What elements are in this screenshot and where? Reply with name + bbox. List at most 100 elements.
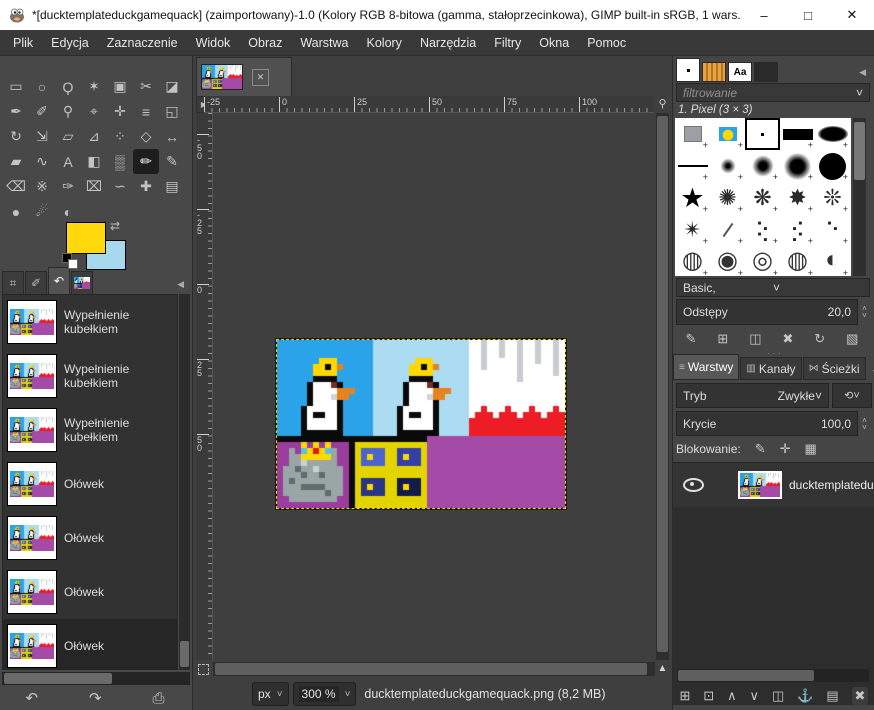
tool-shear-icon[interactable]: ▱ [55, 124, 81, 149]
spacing-value[interactable]: 20,0 [828, 305, 851, 319]
tab-layers[interactable]: ≡ Warstwy [673, 354, 740, 380]
history-item[interactable]: Ołówek [3, 619, 177, 669]
brush-stroke-brush[interactable]: + [710, 214, 745, 246]
right-dock-collapse-icon[interactable]: ◀ [853, 63, 872, 82]
layer-name[interactable]: ducktemplateduc [789, 478, 874, 492]
lower-layer-button[interactable]: ∨ [750, 688, 760, 704]
brush-round-brush[interactable]: + [815, 150, 850, 182]
delete-brush-button[interactable]: ✖ [782, 331, 793, 347]
opacity-spinner[interactable]: ˄ ˅ [858, 411, 871, 436]
spacing-spinner[interactable]: ˄ ˅ [858, 299, 871, 325]
mode-switch-button[interactable]: ⟲ ˅ [832, 383, 872, 408]
tab-document-history[interactable] [754, 62, 778, 82]
brush-fuzzy-large-brush[interactable]: + [780, 150, 815, 182]
history-item[interactable]: Ołówek [3, 511, 177, 565]
raise-layer-button[interactable]: ∧ [727, 688, 737, 704]
tool-bucket-fill-icon[interactable]: ◧ [81, 149, 107, 174]
layers-collapse-icon[interactable]: ◀ [867, 361, 874, 380]
history-item[interactable]: Ołówek [3, 565, 177, 619]
tool-gradient-icon[interactable]: ▒ [107, 149, 133, 174]
brush-texture-sphere-brush[interactable]: ◍ + [780, 246, 815, 276]
new-brush-button[interactable]: ⊞ [717, 331, 728, 347]
menu-filtry[interactable]: Filtry [485, 32, 530, 54]
tab-patterns[interactable] [702, 62, 726, 82]
tool-heal-icon[interactable]: ✚ [133, 174, 159, 199]
brush-fuzzy-small-brush[interactable]: + [710, 150, 745, 182]
zoom-value[interactable]: 300 % [298, 686, 339, 702]
horizontal-ruler[interactable]: -25 0 25 50 75 100 [204, 96, 654, 113]
tool-scissors-select-icon[interactable]: ✂ [133, 74, 159, 99]
tool-zoom-icon[interactable]: ⚲ [55, 99, 81, 124]
brush-soft-ellipse-brush[interactable]: + [815, 118, 850, 150]
brush-splatter-brush[interactable]: ✸ + [780, 182, 815, 214]
history-vscrollbar[interactable] [179, 294, 190, 670]
tool-airbrush-icon[interactable]: ※ [29, 174, 55, 199]
brush-line-brush[interactable]: + [675, 150, 710, 182]
history-item[interactable]: Ołówek [3, 457, 177, 511]
tool-ellipse-select-icon[interactable]: ○ [29, 74, 55, 99]
brush-dots-brush[interactable]: ⢕ + [745, 214, 780, 247]
opacity-value[interactable]: 100,0 [821, 417, 851, 431]
brush-pixel-brush[interactable] [745, 118, 780, 150]
tool-crop-icon[interactable]: ◱ [159, 99, 185, 124]
tool-smudge-icon[interactable]: ☄ [29, 199, 55, 224]
brush-fuzzy-medium-brush[interactable]: + [745, 150, 780, 182]
layers-hscrollbar[interactable] [677, 669, 869, 682]
tab-undo-history[interactable]: ↶ [48, 267, 70, 294]
tool-paintbrush-icon[interactable]: ✎ [159, 149, 185, 174]
brush-sphere-brush[interactable]: ◎ + [745, 246, 780, 276]
vertical-ruler[interactable]: - 5 0 - 2 5 0 2 5 5 0 [196, 113, 213, 660]
tool-free-select-icon[interactable]: Ϙ [55, 74, 81, 99]
unit-combo[interactable]: px ˅ [252, 682, 289, 706]
tool-scale-icon[interactable]: ⇲ [29, 124, 55, 149]
undo-button[interactable]: ↶ [25, 689, 38, 707]
left-dock-collapse-icon[interactable]: ◀ [171, 275, 190, 294]
menu-narzędzia[interactable]: Narzędzia [411, 32, 485, 54]
lock-alpha-icon[interactable]: ▦ [805, 441, 817, 457]
menu-widok[interactable]: Widok [187, 32, 240, 54]
layer-mode-combo[interactable]: Tryb Zwykłe ˅ [676, 383, 829, 408]
zoom-follow-window-icon[interactable]: ⚲ [655, 97, 670, 112]
delete-layer-button[interactable]: ✖ [851, 687, 869, 705]
tool-blur-sharpen-icon[interactable]: ● [3, 199, 29, 224]
menu-okna[interactable]: Okna [530, 32, 578, 54]
duplicate-brush-button[interactable]: ◫ [749, 331, 761, 347]
tab-images[interactable] [71, 271, 93, 294]
brush-cell-brush[interactable]: ◉ + [710, 246, 745, 276]
tool-foreground-select-icon[interactable]: ◪ [159, 74, 185, 99]
refresh-brushes-button[interactable]: ↻ [814, 331, 825, 347]
image-tab[interactable]: ✕ [196, 57, 292, 96]
brush-sparse-dots-brush[interactable]: ⠑ + [815, 214, 850, 247]
menu-obraz[interactable]: Obraz [239, 32, 291, 54]
tab-device-status[interactable]: ✐ [25, 271, 47, 294]
tool-perspective-clone-icon[interactable]: ▤ [159, 174, 185, 199]
layer-visibility-icon[interactable] [683, 478, 704, 492]
new-layer-group-button[interactable]: ⊡ [703, 688, 714, 704]
edit-brush-button[interactable]: ✎ [685, 331, 696, 347]
menu-warstwa[interactable]: Warstwa [291, 32, 357, 54]
open-brush-as-image-button[interactable]: ▧ [846, 331, 858, 347]
brush-spray-brush[interactable]: ❊ + [815, 182, 850, 214]
redo-button[interactable]: ↷ [89, 689, 102, 707]
brush-smoke-brush[interactable]: ✴ + [675, 214, 710, 246]
foreground-color-swatch[interactable] [66, 222, 106, 254]
brush-group-combo[interactable]: Basic, ˅ [676, 278, 870, 297]
history-item[interactable]: Wypełnienie kubełkiem [3, 349, 177, 403]
history-item[interactable]: Wypełnienie kubełkiem [3, 403, 177, 457]
zoom-combo[interactable]: 300 % ˅ [292, 682, 357, 706]
menu-kolory[interactable]: Kolory [358, 32, 411, 54]
tab-fonts[interactable]: Aa [728, 62, 752, 82]
tool-measure-icon[interactable]: ⌖ [81, 99, 107, 124]
tool-align-icon[interactable]: ≡ [133, 99, 159, 124]
tab-paths[interactable]: ⋈ Ścieżki [802, 357, 866, 380]
brush-spacing-slider[interactable]: Odstępy 20,0 [676, 299, 858, 325]
navigation-button[interactable]: ▲ [656, 662, 669, 676]
tool-warp-transform-icon[interactable]: ∿ [29, 149, 55, 174]
tab-channels[interactable]: ▥ Kanały [740, 357, 802, 380]
brush-acrylic-brush[interactable]: ❋ + [745, 182, 780, 214]
tool-pencil-icon[interactable]: ✏ [133, 149, 159, 174]
layer-opacity-slider[interactable]: Krycie 100,0 [676, 411, 858, 436]
tool-transform-3d-icon[interactable]: ◇ [133, 124, 159, 149]
tool-select-by-color-icon[interactable]: ▣ [107, 74, 133, 99]
history-item[interactable]: Wypełnienie kubełkiem [3, 295, 177, 349]
